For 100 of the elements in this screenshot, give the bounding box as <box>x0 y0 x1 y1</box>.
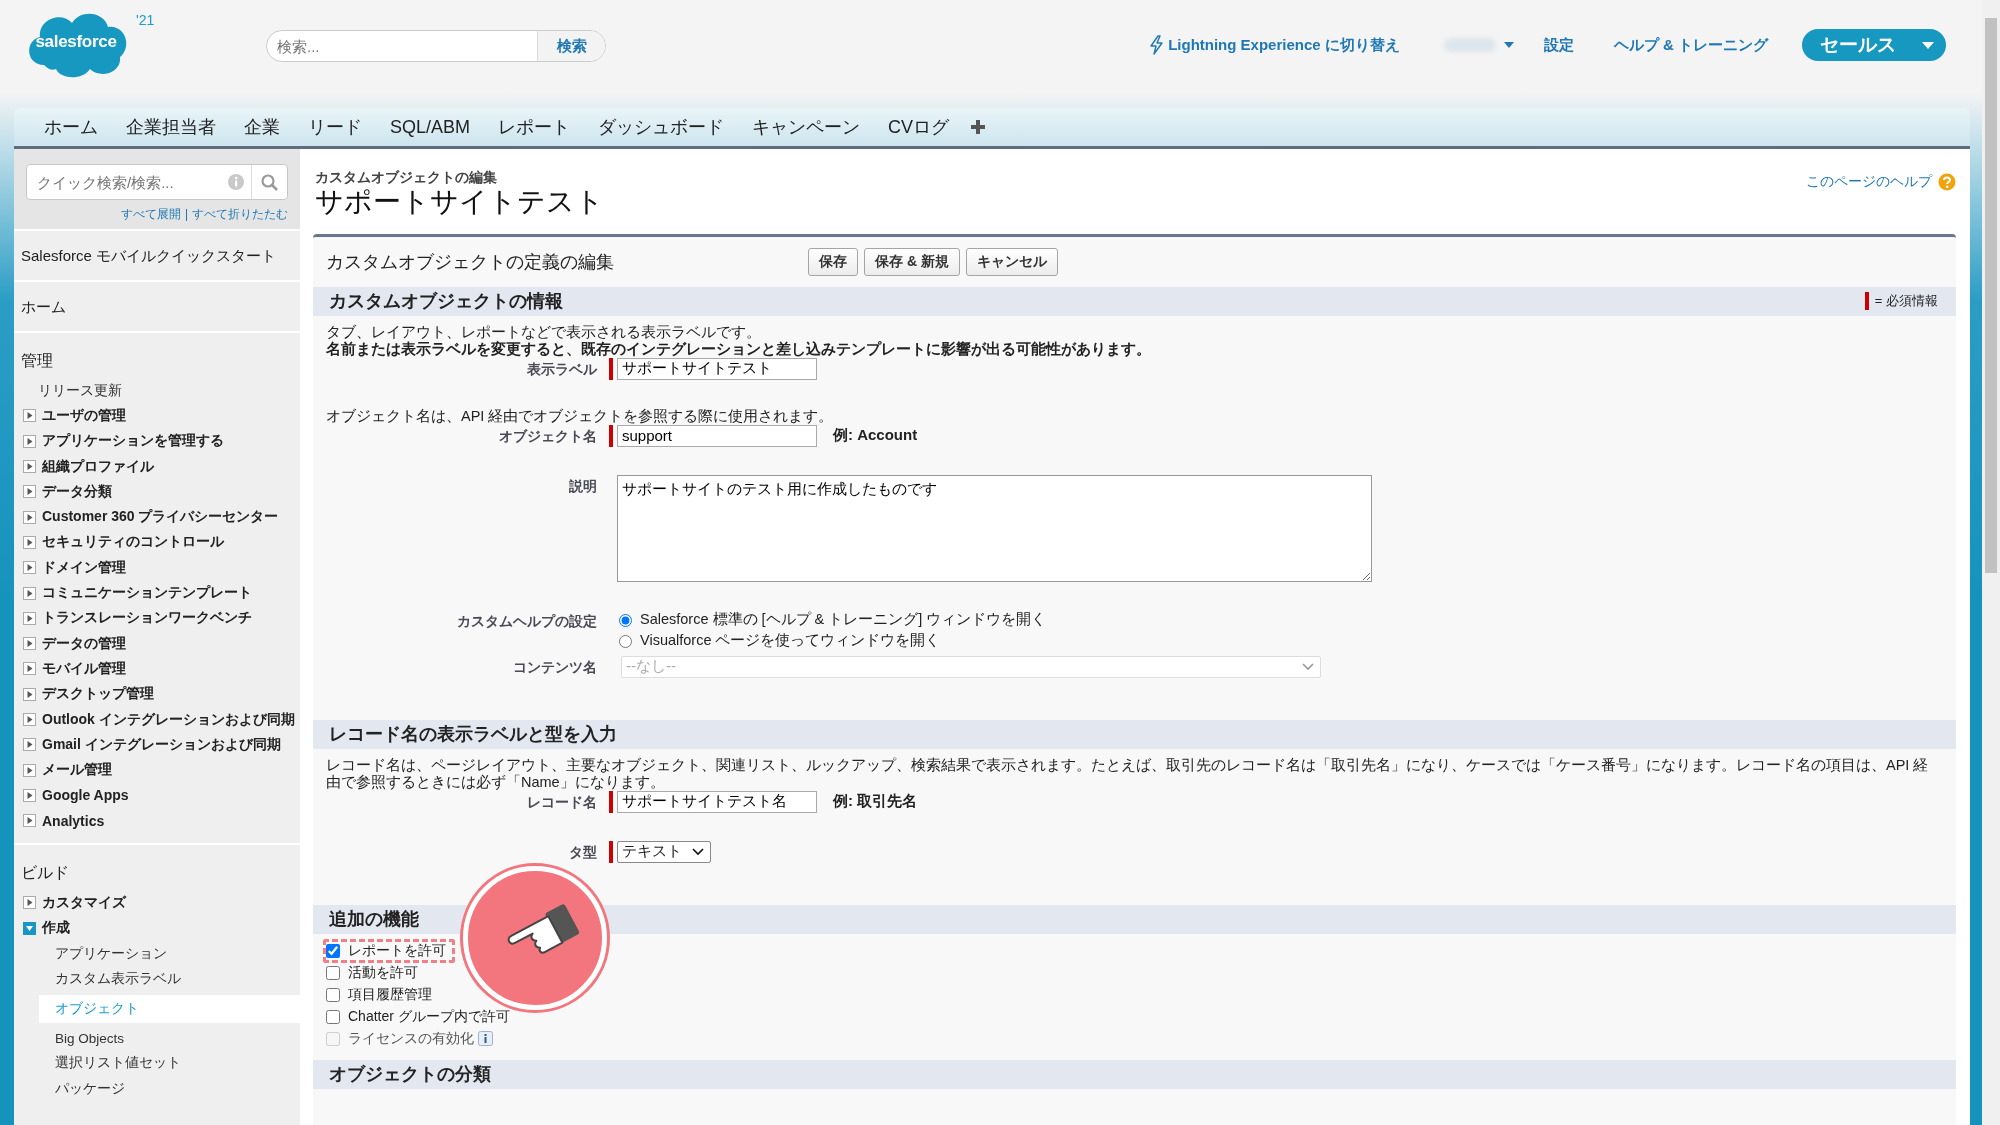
quick-search-box[interactable]: クイック検索/検索... <box>26 164 288 200</box>
field-label: オブジェクト名 <box>499 427 597 444</box>
page-title: サポートサイトテスト <box>315 187 604 218</box>
expand-icon[interactable] <box>23 687 36 701</box>
checkbox[interactable] <box>326 965 340 980</box>
form-button[interactable]: 保存 & 新規 <box>864 247 960 276</box>
checkbox-label[interactable]: 項目履歴管理 <box>348 985 432 1004</box>
header-link[interactable]: 設定 <box>1543 35 1574 55</box>
example-text: 例: 取引先名 <box>833 792 918 812</box>
text-field[interactable]: support <box>617 424 817 447</box>
checkbox-label[interactable]: 活動を許可 <box>348 963 418 982</box>
sidebar-item[interactable]: Customer 360 プライバシーセンター <box>42 508 279 527</box>
help-text: タブ、レイアウト、レポートなどで表示される表示ラベルです。 <box>326 323 762 341</box>
text-field[interactable]: サポートサイトテスト <box>617 357 817 380</box>
sidebar-item[interactable]: セキュリティのコントロール <box>42 533 224 552</box>
checkbox[interactable] <box>326 987 340 1002</box>
search-field[interactable]: 検索... 検索 <box>266 30 606 62</box>
expand-icon[interactable] <box>23 788 36 802</box>
sidebar-subitem[interactable]: パッケージ <box>21 1076 300 1102</box>
expand-icon[interactable] <box>23 510 36 524</box>
collapse-icon[interactable] <box>23 921 36 935</box>
nav-tab[interactable]: ダッシュボード <box>584 108 739 146</box>
radio-button[interactable] <box>619 634 632 648</box>
sidebar-item[interactable]: Google Apps <box>42 787 129 804</box>
sidebar-heading[interactable]: Salesforce モバイルクイックスタート <box>21 241 277 272</box>
checkbox[interactable] <box>326 1009 340 1024</box>
sidebar-heading[interactable]: ホーム <box>21 292 66 323</box>
expand-icon[interactable] <box>23 535 36 549</box>
sidebar-subitem[interactable]: アプリケーション <box>21 940 300 967</box>
sidebar-link[interactable]: すべて折りたたむ <box>192 206 288 223</box>
form-button[interactable]: キャンセル <box>965 247 1058 276</box>
scrollbar-thumb[interactable] <box>1985 18 1997 573</box>
nav-tab[interactable]: リード <box>294 108 376 146</box>
expand-icon[interactable] <box>23 763 36 777</box>
nav-tab[interactable]: SQL/ABM <box>376 108 485 146</box>
sidebar-subitem[interactable]: カスタム表示ラベル <box>21 966 300 992</box>
option-label[interactable]: Visualforce ページを使ってウィンドウを開く <box>640 630 941 650</box>
sidebar-item[interactable]: データ分類 <box>42 482 112 501</box>
search-button[interactable]: 検索 <box>537 31 605 61</box>
nav-tab[interactable]: レポート <box>484 108 585 146</box>
expand-icon[interactable] <box>23 409 36 423</box>
expand-icon[interactable] <box>23 586 36 600</box>
description-field[interactable]: サポートサイトのテスト用に作成したものです <box>617 474 1372 582</box>
sidebar-subitem[interactable]: 選択リスト値セット <box>21 1050 300 1077</box>
scrollbar[interactable] <box>1982 0 2000 1125</box>
section-title: 追加の機能 <box>329 908 419 932</box>
expand-icon[interactable] <box>23 460 36 474</box>
sidebar-item[interactable]: アプリケーションを管理する <box>42 432 224 451</box>
example-text: 例: Account <box>833 426 918 446</box>
user-menu[interactable] <box>1443 38 1514 52</box>
text-field[interactable]: サポートサイトテスト名 <box>617 790 817 813</box>
sidebar-item[interactable]: メール管理 <box>42 761 112 780</box>
plus-icon[interactable] <box>971 120 986 134</box>
help-text: オブジェクト名は、API 経由でオブジェクトを参照する際に使用されます。 <box>326 407 835 425</box>
caret-icon <box>692 847 704 856</box>
expand-icon[interactable] <box>23 434 36 448</box>
expand-icon[interactable] <box>23 713 36 726</box>
expand-icon[interactable] <box>23 738 36 752</box>
sidebar-item[interactable]: データの管理 <box>42 634 126 653</box>
expand-icon[interactable] <box>23 561 36 575</box>
caret-icon <box>1922 41 1934 49</box>
nav-tab[interactable]: CVログ <box>874 108 964 146</box>
sidebar-subitem[interactable]: Big Objects <box>21 1025 300 1051</box>
nav-tab[interactable]: キャンペーン <box>738 108 875 146</box>
sidebar-item[interactable]: 作成 <box>42 919 70 938</box>
radio-button[interactable] <box>619 613 632 627</box>
sidebar-item[interactable]: トランスレーションワークベンチ <box>42 609 252 628</box>
sidebar-item[interactable]: コミュニケーションテンプレート <box>42 584 252 602</box>
field-label: レコード名 <box>527 793 597 810</box>
expand-icon[interactable] <box>23 662 36 676</box>
sidebar-item[interactable]: デスクトップ管理 <box>42 685 154 704</box>
sidebar-item[interactable]: Outlook インテグレーションおよび同期 <box>42 710 295 729</box>
sidebar-heading[interactable]: 管理 <box>21 345 53 378</box>
form-button[interactable]: 保存 <box>808 247 858 276</box>
checkbox[interactable] <box>326 943 340 958</box>
expand-icon[interactable] <box>23 485 36 499</box>
expand-icon[interactable] <box>23 611 36 625</box>
expand-icon[interactable] <box>23 896 36 910</box>
sidebar-item[interactable]: カスタマイズ <box>42 894 126 912</box>
sidebar-item[interactable]: ユーザの管理 <box>42 406 126 425</box>
option-label[interactable]: Salesforce 標準の [ヘルプ & トレーニング] ウィンドウを開く <box>640 609 1047 629</box>
checkbox-label[interactable]: Chatter グループ内で許可 <box>348 1007 510 1026</box>
sidebar-link[interactable]: すべて展開 <box>121 206 181 223</box>
sidebar-item[interactable]: 組織プロファイル <box>42 457 154 476</box>
expand-icon[interactable] <box>23 637 36 651</box>
lightning-link[interactable]: Lightning Experience に切り替え <box>1168 35 1400 55</box>
expand-icon[interactable] <box>23 814 36 828</box>
sidebar-item[interactable]: Gmail インテグレーションおよび同期 <box>42 735 281 754</box>
sidebar-item[interactable]: リリース更新 <box>21 378 300 404</box>
sidebar-heading[interactable]: ビルド <box>21 857 69 891</box>
header-link[interactable]: ヘルプ & トレーニング <box>1613 35 1768 55</box>
nav-tab[interactable]: 企業担当者 <box>112 108 230 146</box>
sidebar-item[interactable]: モバイル管理 <box>42 659 126 678</box>
nav-tab[interactable]: ホーム <box>30 108 112 146</box>
help-link[interactable]: このページのヘルプ <box>1806 173 1932 191</box>
checkbox-label[interactable]: レポートを許可 <box>348 941 446 960</box>
sidebar-item[interactable]: ドメイン管理 <box>42 558 126 577</box>
nav-tab[interactable]: 企業 <box>230 108 294 146</box>
sidebar-item[interactable]: Analytics <box>42 812 105 829</box>
dropdown[interactable]: テキスト <box>617 840 711 863</box>
